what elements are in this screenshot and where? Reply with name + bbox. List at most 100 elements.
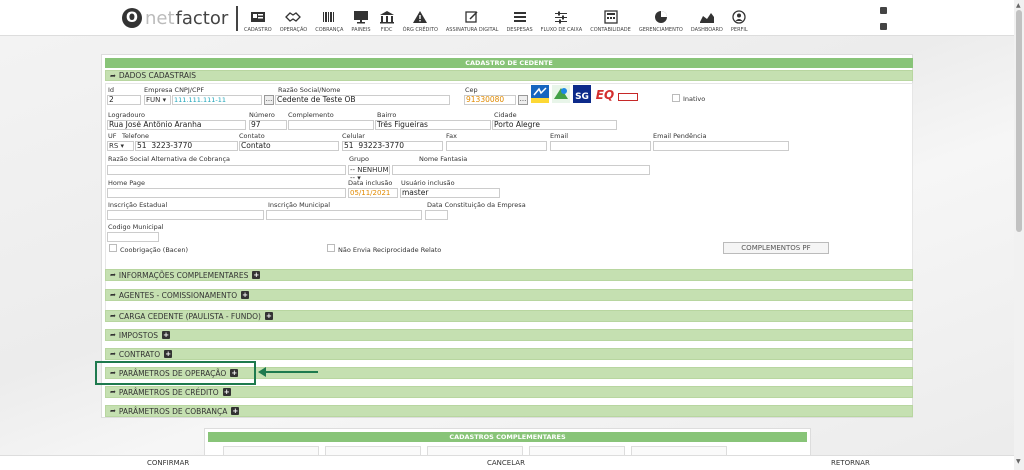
share-arrow-icon: ➦ (110, 350, 116, 358)
nav-signature[interactable]: ASSINATURA DIGITAL (442, 3, 503, 33)
label-insc-estadual: Inscrição Estadual (108, 201, 168, 209)
contato-field[interactable]: Contato (239, 141, 339, 151)
scroll-thumb[interactable] (1016, 10, 1022, 232)
cancelar-button[interactable]: CANCELAR (487, 459, 525, 467)
nav-user[interactable]: PERFIL (727, 3, 752, 33)
complementos-pf-button[interactable]: COMPLEMENTOS PF (723, 242, 829, 254)
map-badge-icon[interactable] (552, 84, 570, 104)
nav-label: OPERAÇÃO (279, 27, 308, 33)
share-arrow-icon: ➦ (110, 271, 116, 279)
share-arrow-icon: ➦ (110, 388, 116, 396)
nav-sliders[interactable]: FLUXO DE CAIXA (537, 3, 587, 33)
homepage-field[interactable] (107, 188, 346, 198)
section-0[interactable]: ➦ INFORMAÇÕES COMPLEMENTARES + (105, 269, 913, 281)
nav-area-chart[interactable]: DASHBOARD (687, 3, 727, 33)
bairro-field[interactable]: Três Figueiras (375, 120, 491, 130)
handshake-icon (285, 10, 302, 24)
confirmar-button[interactable]: CONFIRMAR (147, 459, 189, 467)
retornar-button[interactable]: RETORNAR (831, 459, 870, 467)
data-constituicao-field[interactable] (425, 210, 448, 220)
cod-municipal-field[interactable] (107, 232, 159, 242)
id-field[interactable]: 2 (107, 95, 141, 105)
expand-plus-icon[interactable]: + (252, 271, 261, 279)
collapse-icon[interactable] (880, 23, 887, 30)
insc-municipal-field[interactable] (266, 210, 422, 220)
expand-icon[interactable] (880, 7, 887, 14)
logradouro-field[interactable]: Rua José Antônio Aranha (107, 120, 246, 130)
label-celular: Celular (342, 132, 365, 140)
coobrigacao-checkbox[interactable] (109, 244, 117, 252)
label-email: Email (550, 132, 569, 140)
fantasia-field[interactable] (392, 165, 650, 175)
razao-field[interactable]: Cedente de Teste OB (275, 95, 450, 105)
email-pendencia-field[interactable] (653, 141, 789, 151)
nav-bank[interactable]: FIDC (375, 3, 399, 33)
uf-select[interactable]: RS ▾ (107, 141, 134, 151)
section-6[interactable]: ➦ PARÂMETROS DE CRÉDITO + (105, 386, 913, 398)
nav-handshake[interactable]: OPERAÇÃO (276, 3, 311, 33)
main-nav: CADASTRO OPERAÇÃO COBRANÇA PAINEIS FIDC ÓRG C… (240, 3, 752, 33)
cnep-badge-icon[interactable] (531, 84, 549, 104)
brand-logo[interactable]: O net factor (122, 5, 228, 31)
section-7[interactable]: ➦ PARÂMETROS DE COBRANÇA + (105, 405, 913, 417)
scroll-down-icon[interactable]: ▼ (1016, 458, 1021, 465)
eq-badge-icon[interactable]: EQ (595, 84, 615, 104)
share-arrow-icon: ➦ (110, 312, 116, 320)
expand-plus-icon[interactable]: + (164, 350, 173, 358)
cnpj-field[interactable]: 111.111.111-11 (172, 95, 262, 105)
email-field[interactable] (550, 141, 651, 151)
cep-field[interactable]: 91330080 (464, 95, 516, 105)
section-4[interactable]: ➦ CONTRATO + (105, 348, 913, 360)
label-insc-municipal: Inscrição Municipal (268, 201, 331, 209)
cep-lookup-button[interactable]: ... (518, 95, 528, 105)
tipo-select[interactable]: FUN ▾ (144, 95, 171, 105)
scroll-up-icon[interactable]: ▲ (1016, 2, 1021, 9)
uf-value: RS (109, 142, 119, 150)
nao-envia-checkbox[interactable] (327, 244, 335, 252)
expand-plus-icon[interactable]: + (231, 407, 240, 415)
cnpj-lookup-button[interactable]: ... (264, 95, 274, 105)
expand-plus-icon[interactable]: + (222, 388, 231, 396)
celular-field[interactable]: 51 93223-3770 (342, 141, 443, 151)
section-3[interactable]: ➦ IMPOSTOS + (105, 329, 913, 341)
nav-label: FLUXO DE CAIXA (540, 27, 583, 33)
section-dados-cadastrais[interactable]: ➦ DADOS CADASTRAIS (105, 70, 913, 81)
nav-list[interactable]: DESPESAS (502, 3, 536, 33)
section-1[interactable]: ➦ AGENTES - COMISSIONAMENTO + (105, 289, 913, 301)
expand-plus-icon[interactable]: + (162, 331, 170, 339)
section-label: CONTRATO (118, 349, 161, 359)
inativo-checkbox[interactable] (672, 94, 680, 102)
nav-pie-chart[interactable]: GERENCIAMENTO (635, 3, 687, 33)
label-empresa: Empresa CNPJ/CPF (144, 86, 205, 94)
expand-plus-icon[interactable]: + (264, 312, 273, 320)
insc-estadual-field[interactable] (107, 210, 264, 220)
expand-plus-icon[interactable]: + (241, 291, 250, 299)
label-razao-alt: Razão Social Alternativa de Cobrança (108, 155, 231, 163)
nav-label: PAINEIS (351, 27, 371, 33)
section-2[interactable]: ➦ CARGA CEDENTE (PAULISTA - FUNDO) + (105, 310, 913, 322)
section-label: CARGA CEDENTE (PAULISTA - FUNDO) (118, 311, 261, 321)
razao-alt-field[interactable] (107, 165, 346, 175)
complemento-field[interactable] (288, 120, 374, 130)
cidade-field[interactable]: Porto Alegre (492, 120, 617, 130)
share-arrow-icon: ➦ (110, 331, 116, 339)
nav-calculator[interactable]: CONTABILIDADE (586, 3, 635, 33)
grupo-select[interactable]: -- NENHUM -- ▾ (348, 165, 390, 182)
id-card-icon (250, 10, 266, 24)
numero-field[interactable]: 97 (249, 120, 287, 130)
svg-text:SG: SG (575, 92, 589, 102)
nav-id-card[interactable]: CADASTRO (240, 3, 276, 33)
nav-monitor[interactable]: PAINEIS (347, 3, 374, 33)
fax-field[interactable] (446, 141, 547, 151)
tel-ddd: 51 (137, 141, 147, 150)
nav-label: DESPESAS (506, 27, 533, 33)
nav-barcode[interactable]: COBRANÇA (311, 3, 347, 33)
sg-badge-icon[interactable]: SG (573, 84, 591, 104)
label-bairro: Bairro (377, 111, 397, 119)
page-scrollbar[interactable]: ▲ ▼ (1014, 0, 1024, 470)
label-razao: Razão Social/Nome (278, 86, 341, 94)
nav-warning[interactable]: ÓRG CRÉDITO (399, 3, 442, 33)
section-label: PARÂMETROS DE CRÉDITO (118, 387, 219, 397)
consulta-badge-icon[interactable] (618, 87, 638, 107)
telefone-field[interactable]: 51 3223-3770 (135, 141, 238, 151)
